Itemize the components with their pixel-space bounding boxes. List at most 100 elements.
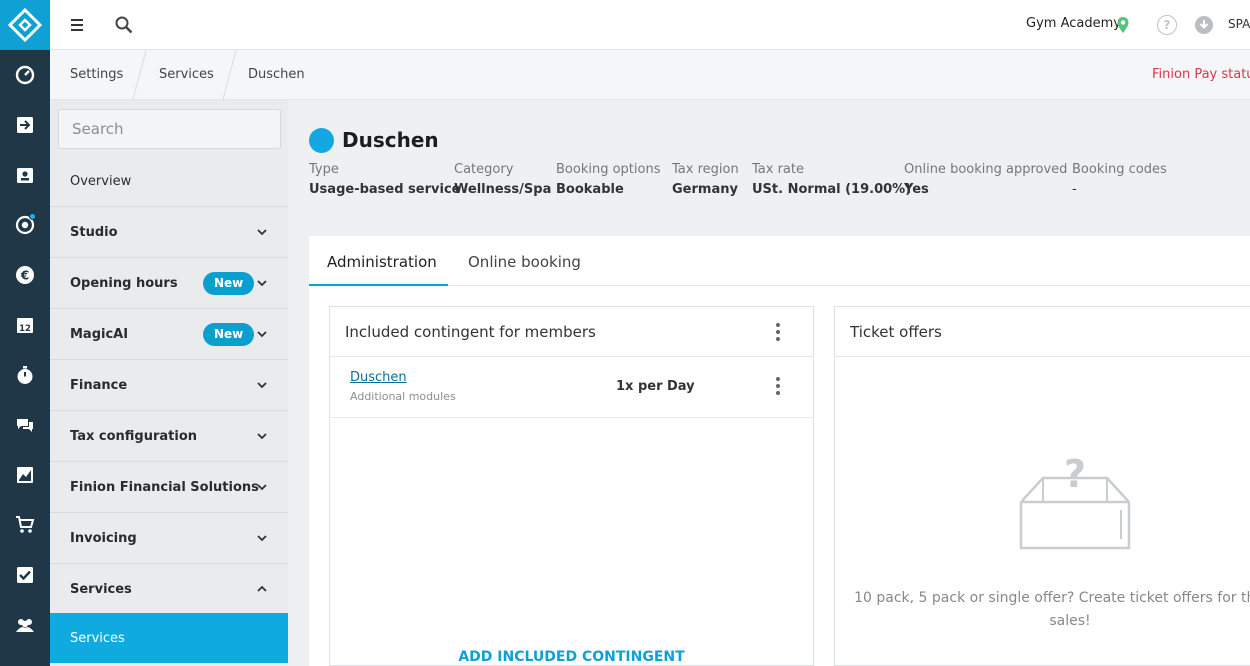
checkin-icon[interactable] — [0, 110, 50, 140]
contingent-subtitle: Additional modules — [350, 390, 456, 403]
sidebar-item-label: Finance — [70, 377, 128, 393]
breadcrumb-settings[interactable]: Settings — [70, 67, 123, 82]
members-card-icon[interactable] — [0, 160, 50, 190]
breadcrumb-separator — [132, 50, 147, 100]
sidebar-item-finion-financial-solutions[interactable]: Finion Financial Solutions — [50, 462, 288, 513]
breadcrumb-services[interactable]: Services — [159, 67, 214, 82]
svg-text:€: € — [20, 269, 29, 283]
contingent-link[interactable]: Duschen — [350, 370, 407, 385]
more-vert-icon[interactable] — [776, 323, 780, 341]
card-header: Ticket offers — [835, 307, 1250, 357]
chevron-down-icon — [257, 331, 267, 338]
meta-value: - — [1072, 182, 1077, 197]
meta-label: Category — [454, 162, 514, 177]
icon-rail: € 12 — [0, 0, 50, 666]
sidebar-item-finance[interactable]: Finance — [50, 360, 288, 411]
staff-group-icon[interactable] — [0, 610, 50, 640]
chevron-down-icon — [257, 484, 267, 491]
meta-value: Bookable — [556, 182, 624, 197]
sidebar-item-label: Opening hours — [70, 275, 178, 291]
service-color-dot — [309, 128, 334, 153]
analytics-chart-icon[interactable] — [0, 460, 50, 490]
top-bar: Gym Academy ? SPA — [50, 0, 1250, 50]
chat-icon[interactable] — [0, 410, 50, 440]
add-included-contingent-button[interactable]: ADD INCLUDED CONTINGENT — [330, 649, 813, 665]
sidebar-item-studio[interactable]: Studio — [50, 207, 288, 258]
timer-icon[interactable] — [0, 360, 50, 390]
meta-value: Wellness/Spa — [454, 182, 552, 197]
tabs-divider — [309, 285, 1250, 286]
card-title: Ticket offers — [850, 323, 942, 341]
new-badge: New — [203, 323, 255, 346]
meta-booking-options: Booking options Bookable — [556, 162, 660, 197]
meta-label: Tax region — [672, 162, 739, 177]
meta-category: Category Wellness/Spa — [454, 162, 551, 197]
ticket-offers-card: Ticket offers ? 10 pack, 5 pack or singl… — [834, 306, 1250, 666]
dashboard-icon[interactable] — [0, 60, 50, 90]
empty-state-text: 10 pack, 5 pack or single offer? Create … — [850, 587, 1250, 633]
meta-value: Germany — [672, 182, 738, 197]
more-vert-icon[interactable] — [776, 377, 780, 395]
meta-tax-region: Tax region Germany — [672, 162, 739, 197]
search-icon[interactable] — [112, 13, 136, 37]
new-badge: New — [203, 272, 255, 295]
calendar-icon[interactable]: 12 — [0, 310, 50, 340]
sidebar-search-input[interactable] — [58, 109, 281, 149]
settings-sidebar: Overview Studio Opening hours New MagicA… — [50, 100, 288, 666]
menu-icon[interactable] — [66, 13, 90, 37]
contingent-frequency: 1x per Day — [616, 379, 695, 394]
sidebar-item-label: Studio — [70, 224, 118, 240]
sidebar-item-label: Overview — [70, 173, 132, 189]
sidebar-item-label: Services — [70, 630, 125, 646]
tab-online-booking[interactable]: Online booking — [468, 253, 581, 271]
meta-value: Yes — [904, 182, 929, 197]
empty-box-icon: ? — [1019, 455, 1131, 550]
chevron-down-icon — [257, 229, 267, 236]
finance-euro-icon[interactable]: € — [0, 260, 50, 290]
sidebar-item-tax-configuration[interactable]: Tax configuration — [50, 411, 288, 462]
breadcrumb-separator — [222, 50, 237, 100]
sidebar-item-opening-hours[interactable]: Opening hours New — [50, 258, 288, 309]
meta-label: Tax rate — [752, 162, 804, 177]
studio-selector[interactable]: Gym Academy — [1026, 16, 1121, 31]
download-icon[interactable] — [1195, 16, 1213, 34]
included-contingent-card: Included contingent for members Duschen … — [329, 306, 814, 666]
help-icon[interactable]: ? — [1157, 15, 1177, 35]
marketing-target-icon[interactable] — [0, 210, 50, 240]
tasks-check-icon[interactable] — [0, 560, 50, 590]
card-title: Included contingent for members — [345, 323, 596, 341]
chevron-down-icon — [257, 382, 267, 389]
sidebar-item-label: Invoicing — [70, 530, 137, 546]
shop-cart-icon[interactable] — [0, 510, 50, 540]
meta-value: USt. Normal (19.00%) — [752, 182, 912, 197]
main-content: Duschen Type Usage-based service Categor… — [309, 100, 1250, 666]
sidebar-item-magicai[interactable]: MagicAI New — [50, 309, 288, 360]
chevron-down-icon — [257, 535, 267, 542]
sidebar-item-label: Services — [70, 581, 132, 597]
chevron-up-icon — [257, 585, 267, 592]
location-pin-icon — [1117, 17, 1129, 33]
language-selector[interactable]: SPA — [1228, 17, 1250, 31]
svg-text:?: ? — [1064, 455, 1086, 496]
sidebar-item-overview[interactable]: Overview — [50, 156, 288, 207]
breadcrumb: Settings Services Duschen Finion Pay sta… — [50, 50, 1250, 100]
meta-type: Type Usage-based service — [309, 162, 460, 197]
app-logo-icon[interactable] — [0, 0, 50, 50]
sidebar-item-label: Tax configuration — [70, 428, 198, 444]
sidebar-item-services[interactable]: Services — [50, 564, 288, 615]
sidebar-subitem-services[interactable]: Services — [50, 613, 288, 663]
empty-state-line: 10 pack, 5 pack or single offer? Create … — [854, 590, 1250, 606]
empty-state-line: sales! — [1049, 613, 1091, 629]
finion-pay-status-link[interactable]: Finion Pay status — [1152, 67, 1250, 82]
meta-label: Online booking approved — [904, 162, 1068, 177]
sidebar-item-label: Finion Financial Solutions — [70, 479, 259, 495]
meta-tax-rate: Tax rate USt. Normal (19.00%) — [752, 162, 911, 197]
page-title: Duschen — [342, 128, 439, 152]
tab-administration[interactable]: Administration — [327, 253, 437, 271]
meta-label: Booking options — [556, 162, 661, 177]
meta-label: Type — [309, 162, 339, 177]
active-tab-indicator — [309, 284, 448, 286]
meta-booking-codes: Booking codes - — [1072, 162, 1167, 197]
sidebar-item-invoicing[interactable]: Invoicing — [50, 513, 288, 564]
meta-online-booking-approved: Online booking approved Yes — [904, 162, 1067, 197]
